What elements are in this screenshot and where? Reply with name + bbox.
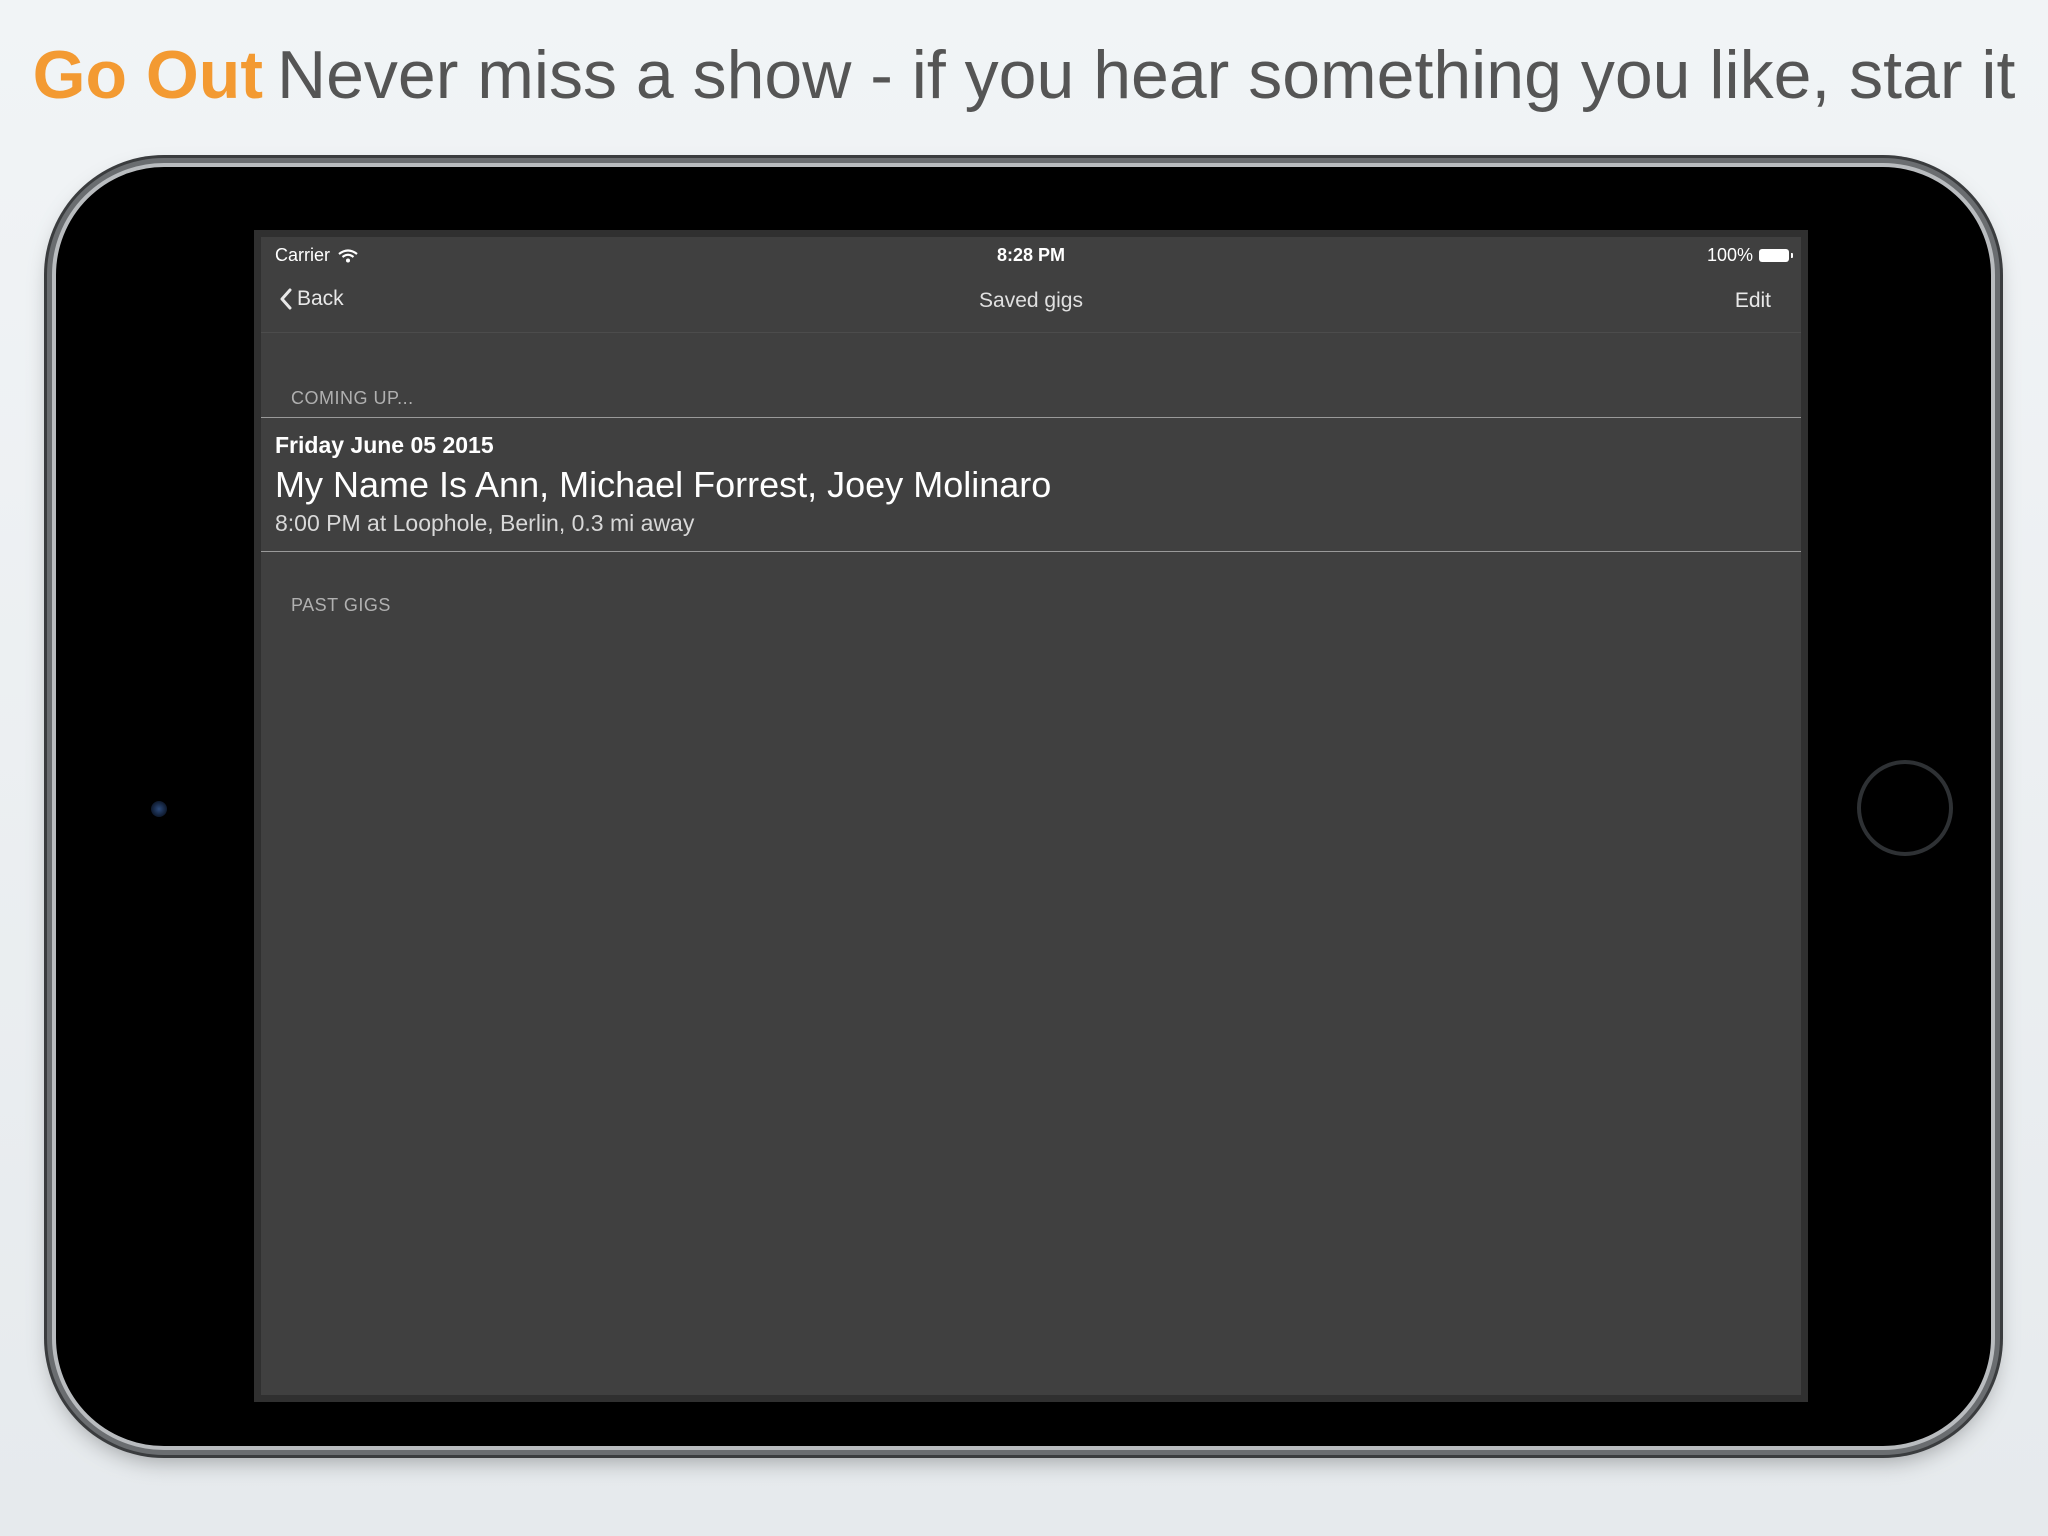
status-bar: Carrier 8:28 PM 100% [261, 237, 1801, 269]
battery-percent: 100% [1706, 245, 1753, 265]
promo-tagline: Never miss a show - if you hear somethin… [276, 37, 2016, 113]
status-time: 8:28 PM [996, 245, 1066, 265]
ipad-frame: Carrier 8:28 PM 100% Back Saved gigs Edi… [52, 163, 1995, 1450]
edit-button[interactable]: Edit [1735, 289, 1771, 313]
page-title: Saved gigs [979, 289, 1083, 312]
brand-title: Go Out [32, 37, 263, 113]
promo-headline: Go Out Never miss a show - if you hear so… [0, 30, 2048, 120]
gig-artists: My Name Is Ann, Michael Forrest, Joey Mo… [275, 464, 1052, 505]
gig-row[interactable]: Friday June 05 2015 My Name Is Ann, Mich… [261, 418, 1801, 551]
battery-icon [1759, 249, 1793, 262]
status-battery: 100% [1706, 245, 1793, 266]
gig-date: Friday June 05 2015 [275, 432, 494, 458]
section-header-past: PAST GIGS [291, 595, 391, 615]
navigation-bar: Back Saved gigs Edit [261, 269, 1801, 333]
section-header-upcoming: COMING UP... [291, 388, 414, 408]
row-divider [261, 551, 1801, 552]
home-button[interactable] [1857, 760, 1953, 856]
gig-detail: 8:00 PM at Loophole, Berlin, 0.3 mi away [275, 510, 695, 536]
app-screen: Carrier 8:28 PM 100% Back Saved gigs Edi… [254, 230, 1808, 1402]
camera-icon [151, 801, 167, 817]
